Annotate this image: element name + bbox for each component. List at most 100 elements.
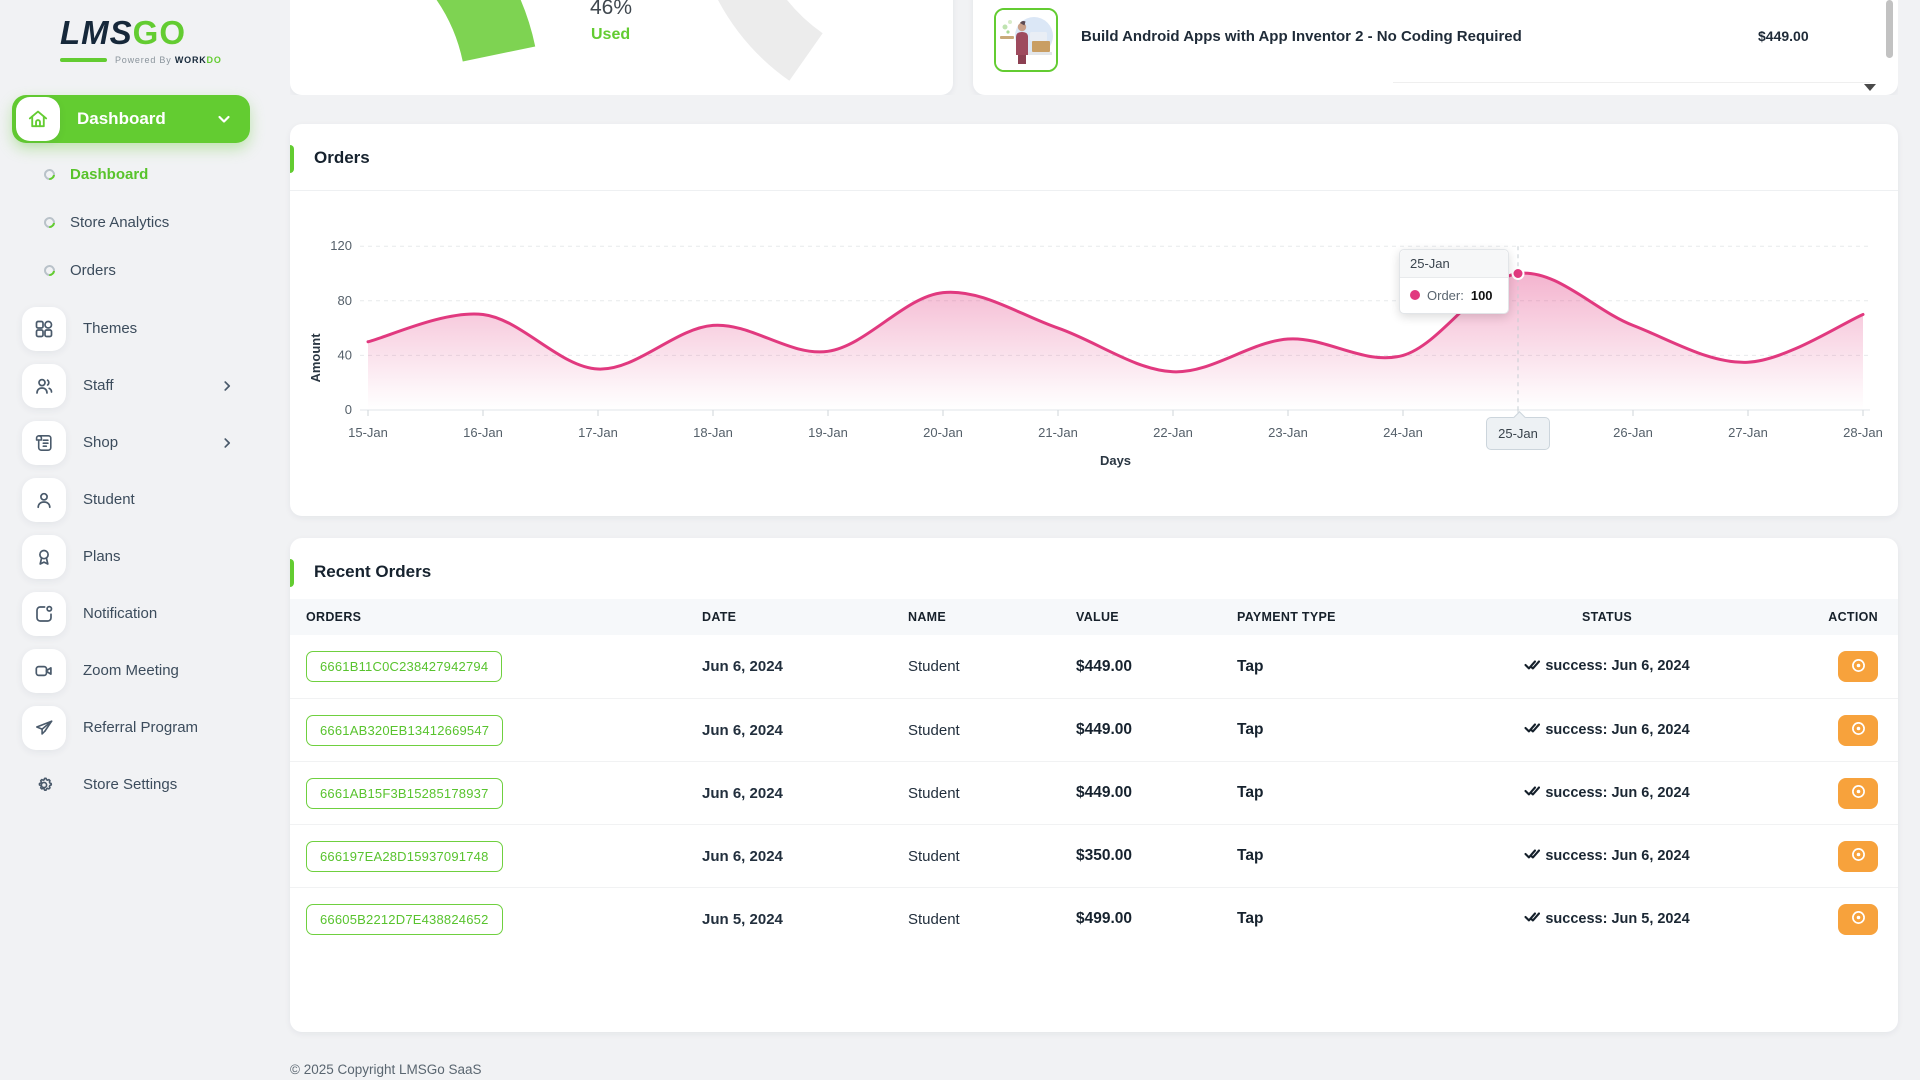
view-order-button[interactable] xyxy=(1838,778,1878,809)
tooltip-date: 25-Jan xyxy=(1400,250,1508,278)
scroll-down-arrow-icon[interactable] xyxy=(1864,84,1876,91)
gear-icon xyxy=(22,763,66,807)
order-name: Student xyxy=(908,848,1076,865)
sidebar-sub-item-label: Dashboard xyxy=(70,166,148,183)
order-payment-type: Tap xyxy=(1237,847,1447,865)
double-check-icon xyxy=(1524,846,1540,865)
sidebar-item-referral-program[interactable]: Referral Program xyxy=(12,705,250,751)
order-value: $499.00 xyxy=(1076,910,1237,928)
sidebar-sub-item-dashboard[interactable]: Dashboard xyxy=(12,151,250,199)
svg-text:20-Jan: 20-Jan xyxy=(923,425,963,440)
bullet-ring-icon xyxy=(42,263,57,278)
sidebar-item-shop[interactable]: Shop xyxy=(12,420,250,466)
tooltip-value: 100 xyxy=(1471,288,1493,303)
course-list-card: Build Android Apps with App Inventor 2 -… xyxy=(973,0,1898,95)
order-id-link[interactable]: 6661AB320EB13412669547 xyxy=(306,715,503,746)
sidebar-item-store-settings[interactable]: Store Settings xyxy=(12,762,250,808)
sidebar-item-notification[interactable]: Notification xyxy=(12,591,250,637)
sidebar-item-label: Referral Program xyxy=(83,719,198,736)
view-order-button[interactable] xyxy=(1838,904,1878,935)
sidebar-item-label: Plans xyxy=(83,548,121,565)
view-icon xyxy=(1850,846,1867,866)
sidebar-item-dashboard-group[interactable]: Dashboard xyxy=(12,95,250,143)
double-check-icon xyxy=(1524,720,1540,739)
sidebar-item-plans[interactable]: Plans xyxy=(12,534,250,580)
svg-text:23-Jan: 23-Jan xyxy=(1268,425,1308,440)
orders-area-chart[interactable]: 0408012015-Jan16-Jan17-Jan18-Jan19-Jan20… xyxy=(290,190,1898,516)
order-id-link[interactable]: 666197EA28D15937091748 xyxy=(306,841,503,872)
sidebar-item-label: Notification xyxy=(83,605,157,622)
orders-chart-card: Orders 0408012015-Jan16-Jan17-Jan18-Jan1… xyxy=(290,124,1898,516)
table-row: 66605B2212D7E438824652 Jun 5, 2024 Stude… xyxy=(290,887,1898,950)
order-status-text: success: Jun 6, 2024 xyxy=(1545,785,1689,801)
video-icon xyxy=(22,649,66,693)
table-row: 6661AB15F3B15285178937 Jun 6, 2024 Stude… xyxy=(290,761,1898,824)
double-check-icon xyxy=(1524,909,1540,928)
svg-text:24-Jan: 24-Jan xyxy=(1383,425,1423,440)
svg-text:Days: Days xyxy=(1100,453,1131,468)
order-id-link[interactable]: 66605B2212D7E438824652 xyxy=(306,904,503,935)
view-icon xyxy=(1850,909,1867,929)
column-header-orders: ORDERS xyxy=(306,610,702,624)
svg-text:22-Jan: 22-Jan xyxy=(1153,425,1193,440)
user-icon xyxy=(22,478,66,522)
order-date: Jun 6, 2024 xyxy=(702,848,908,865)
chevron-right-icon xyxy=(220,379,234,393)
award-icon xyxy=(22,535,66,579)
svg-text:16-Jan: 16-Jan xyxy=(463,425,503,440)
notification-icon xyxy=(22,592,66,636)
sidebar-sub-item-store-analytics[interactable]: Store Analytics xyxy=(12,199,250,247)
svg-text:19-Jan: 19-Jan xyxy=(808,425,848,440)
order-value: $449.00 xyxy=(1076,784,1237,802)
brand-work: WORK xyxy=(175,55,207,65)
order-name: Student xyxy=(908,658,1076,675)
order-id-link[interactable]: 6661B11C0C238427942794 xyxy=(306,651,502,682)
svg-text:28-Jan: 28-Jan xyxy=(1843,425,1883,440)
sidebar-item-list: Themes Staff Shop Student Plans Notifica… xyxy=(12,306,250,808)
order-id-link[interactable]: 6661AB15F3B15285178937 xyxy=(306,778,503,809)
storage-percent: 46% xyxy=(590,0,632,20)
storage-used-label: Used xyxy=(591,26,630,44)
table-row: 6661B11C0C238427942794 Jun 6, 2024 Stude… xyxy=(290,635,1898,698)
chevron-right-icon xyxy=(220,436,234,450)
sidebar-item-label: Themes xyxy=(83,320,137,337)
sidebar-group-label: Dashboard xyxy=(77,109,166,129)
view-icon xyxy=(1850,720,1867,740)
course-title: Build Android Apps with App Inventor 2 -… xyxy=(1081,28,1522,45)
order-date: Jun 6, 2024 xyxy=(702,658,908,675)
order-value: $449.00 xyxy=(1076,721,1237,739)
svg-text:27-Jan: 27-Jan xyxy=(1728,425,1768,440)
sidebar-sub-item-orders[interactable]: Orders xyxy=(12,247,250,295)
app-logo: LMSGO xyxy=(12,12,250,51)
logo-underline xyxy=(60,58,107,62)
order-payment-type: Tap xyxy=(1237,784,1447,802)
sidebar-item-label: Store Settings xyxy=(83,776,177,793)
sidebar-item-student[interactable]: Student xyxy=(12,477,250,523)
column-header-payment-type: PAYMENT TYPE xyxy=(1237,610,1447,624)
table-body: 6661B11C0C238427942794 Jun 6, 2024 Stude… xyxy=(290,635,1898,950)
svg-text:26-Jan: 26-Jan xyxy=(1613,425,1653,440)
powered-by: Powered By WORKDO xyxy=(12,55,250,65)
scrollbar-thumb[interactable] xyxy=(1886,0,1893,58)
svg-text:21-Jan: 21-Jan xyxy=(1038,425,1078,440)
svg-text:0: 0 xyxy=(345,402,352,417)
order-value: $350.00 xyxy=(1076,847,1237,865)
orders-panel-title: Orders xyxy=(290,124,1898,168)
view-icon xyxy=(1850,783,1867,803)
view-order-button[interactable] xyxy=(1838,841,1878,872)
copyright-text: © 2025 Copyright LMSGo SaaS xyxy=(290,1062,1898,1077)
view-icon xyxy=(1850,657,1867,677)
storage-stat-card: 46% Used xyxy=(290,0,953,95)
sidebar-item-label: Student xyxy=(83,491,135,508)
order-status-text: success: Jun 6, 2024 xyxy=(1545,722,1689,738)
sidebar-item-themes[interactable]: Themes xyxy=(12,306,250,352)
column-header-date: DATE xyxy=(702,610,908,624)
recent-orders-title: Recent Orders xyxy=(290,538,1898,582)
double-check-icon xyxy=(1524,657,1540,676)
view-order-button[interactable] xyxy=(1838,651,1878,682)
view-order-button[interactable] xyxy=(1838,715,1878,746)
sidebar-item-staff[interactable]: Staff xyxy=(12,363,250,409)
sidebar-item-zoom-meeting[interactable]: Zoom Meeting xyxy=(12,648,250,694)
order-status-text: success: Jun 6, 2024 xyxy=(1545,658,1689,674)
series-dot-icon xyxy=(1410,290,1420,300)
